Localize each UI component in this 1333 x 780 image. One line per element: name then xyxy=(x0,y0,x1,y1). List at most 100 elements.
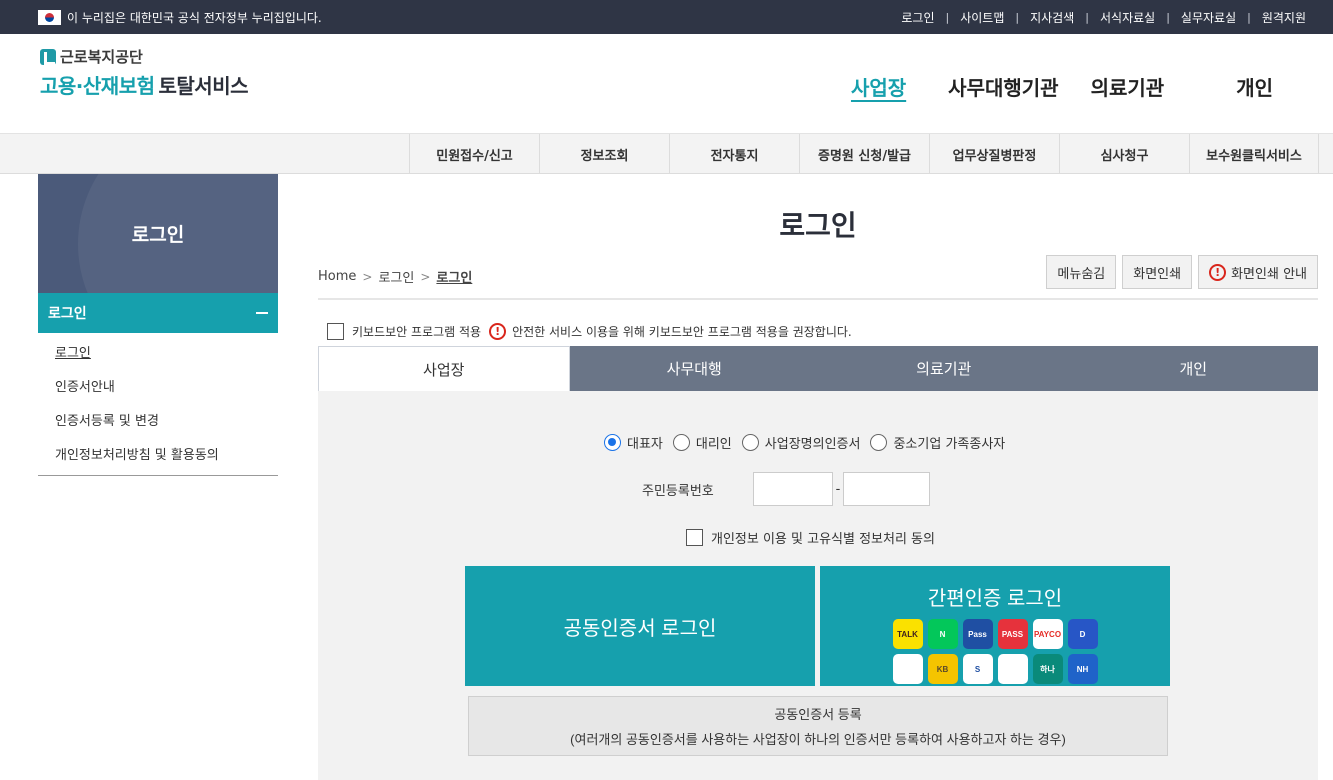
main-nav-business[interactable]: 사업장 xyxy=(851,72,906,101)
hana-icon: 하나 xyxy=(1032,654,1063,684)
radio-representative[interactable]: 대표자 xyxy=(604,433,663,452)
radio-representative-label: 대표자 xyxy=(627,437,663,452)
ssn-label: 주민등록번호 xyxy=(642,483,714,499)
logo-org: 근로복지공단 xyxy=(40,46,248,67)
simple-login-label: 간편인증 로그인 xyxy=(927,588,1063,610)
side-menu-section-label: 로그인 xyxy=(48,306,87,322)
tab-business[interactable]: 사업장 xyxy=(318,346,570,391)
side-item-cert-guide[interactable]: 인증서안내 xyxy=(38,371,278,405)
cert-register-button[interactable]: 공동인증서 등록 (여러개의 공동인증서를 사용하는 사업장이 하나의 인증서만… xyxy=(468,696,1168,756)
nh-icon: NH xyxy=(1067,654,1098,684)
cert-login-button[interactable]: 공동인증서 로그인 xyxy=(465,566,815,686)
print-guide-button[interactable]: ! 화면인쇄 안내 xyxy=(1198,255,1318,289)
side-item-cert-register[interactable]: 인증서등록 및 변경 xyxy=(38,405,278,439)
ssn-front-input[interactable] xyxy=(753,472,833,506)
privacy-agree-label: 개인정보 이용 및 고유식별 정보처리 동의 xyxy=(711,532,935,547)
divider: | xyxy=(945,10,950,24)
radio-icon[interactable] xyxy=(741,434,759,451)
divider: | xyxy=(1085,10,1089,24)
logo-main-dark: 토탈서비스 xyxy=(158,74,249,98)
print-guide-label: 화면인쇄 안내 xyxy=(1231,266,1307,282)
chevron-right-icon: > xyxy=(362,269,373,284)
print-button[interactable]: 화면인쇄 xyxy=(1122,255,1193,289)
pass-icon: PASS xyxy=(997,619,1028,649)
sub-nav-info-lookup[interactable]: 정보조회 xyxy=(539,134,669,174)
main-nav-agency[interactable]: 사무대행기관 xyxy=(948,72,1058,101)
sub-nav-disease-judgment[interactable]: 업무상질병판정 xyxy=(929,134,1059,174)
utility-practice-link[interactable]: 실무자료실 xyxy=(1181,9,1236,26)
alert-icon: ! xyxy=(1209,263,1227,281)
naver-icon: N xyxy=(927,619,958,649)
sub-nav-civil-application[interactable]: 민원접수/신고 xyxy=(409,134,539,174)
side-menu-list: 로그인 인증서안내 인증서등록 및 변경 개인정보처리방침 및 활용동의 xyxy=(38,333,278,476)
side-menu-title: 로그인 xyxy=(38,174,278,293)
utility-links: 로그인 | 사이트맵 | 지사검색 | 서식자료실 | 실무자료실 | 원격지원 xyxy=(901,9,1306,26)
tab-medical[interactable]: 의료기관 xyxy=(819,346,1069,391)
radio-business-cert-label: 사업장명의인증서 xyxy=(764,437,861,452)
divider: | xyxy=(1247,10,1251,24)
utility-branch-search-link[interactable]: 지사검색 xyxy=(1030,9,1074,26)
sub-nav-one-click-pay[interactable]: 보수원클릭서비스 xyxy=(1189,134,1319,174)
comwel-logo-icon xyxy=(40,48,56,65)
main-content: 로그인 Home > 로그인 > 로그인 메뉴숨김 화면인쇄 ! 화면인쇄 안내… xyxy=(318,174,1318,780)
side-item-login[interactable]: 로그인 xyxy=(38,337,278,371)
page-tools: 메뉴숨김 화면인쇄 ! 화면인쇄 안내 xyxy=(1046,255,1318,289)
collapse-icon[interactable] xyxy=(256,312,268,314)
breadcrumb-home[interactable]: Home xyxy=(318,269,356,284)
radio-icon[interactable] xyxy=(870,434,888,451)
radio-family-worker-label: 중소기업 가족종사자 xyxy=(893,437,1006,452)
utility-login-link[interactable]: 로그인 xyxy=(901,9,934,26)
toss-icon xyxy=(892,654,923,684)
side-menu-section[interactable]: 로그인 xyxy=(38,293,278,333)
utility-sitemap-link[interactable]: 사이트맵 xyxy=(960,9,1004,26)
dream-icon: D xyxy=(1067,619,1098,649)
cert-register-title: 공동인증서 등록 xyxy=(774,707,862,722)
breadcrumb-level1[interactable]: 로그인 xyxy=(378,267,414,286)
location-row: Home > 로그인 > 로그인 메뉴숨김 화면인쇄 ! 화면인쇄 안내 xyxy=(318,255,1318,300)
main-nav-personal[interactable]: 개인 xyxy=(1236,72,1273,101)
korea-flag-icon xyxy=(38,9,61,25)
keyboard-security-row: 키보드보안 프로그램 적용 ! 안전한 서비스 이용을 위해 키보드보안 프로그… xyxy=(327,322,1318,340)
sub-nav-appeal[interactable]: 심사청구 xyxy=(1059,134,1189,174)
utility-remote-support-link[interactable]: 원격지원 xyxy=(1262,9,1306,26)
divider: | xyxy=(1015,10,1020,24)
alert-icon: ! xyxy=(489,322,507,340)
print-label: 화면인쇄 xyxy=(1133,266,1182,282)
site-header: 근로복지공단 고용·산재보험 토탈서비스 사업장 사무대행기관 의료기관 개인 xyxy=(0,34,1333,134)
ssn-back-input[interactable] xyxy=(843,472,930,506)
simple-login-button[interactable]: 간편인증 로그인 TALK N Pass PASS PAYCO D KB S 하나 NH xyxy=(820,566,1170,686)
shinhan-icon: S xyxy=(962,654,993,684)
tab-personal[interactable]: 개인 xyxy=(1068,346,1318,391)
sub-nav: 민원접수/신고 정보조회 전자통지 증명원 신청/발급 업무상질병판정 심사청구… xyxy=(0,134,1333,174)
tab-agency[interactable]: 사무대행 xyxy=(569,346,819,391)
radio-agent-label: 대리인 xyxy=(695,437,732,452)
side-item-privacy[interactable]: 개인정보처리방침 및 활용동의 xyxy=(38,439,278,473)
radio-agent[interactable]: 대리인 xyxy=(672,433,732,452)
hide-menu-label: 메뉴숨김 xyxy=(1057,266,1106,282)
login-type-tabs: 사업장 사무대행 의료기관 개인 xyxy=(318,346,1318,391)
radio-icon[interactable] xyxy=(672,434,690,451)
site-logo[interactable]: 근로복지공단 고용·산재보험 토탈서비스 xyxy=(40,46,248,99)
chevron-right-icon: > xyxy=(420,269,431,284)
radio-family-worker[interactable]: 중소기업 가족종사자 xyxy=(870,433,1005,452)
radio-business-cert[interactable]: 사업장명의인증서 xyxy=(741,433,861,452)
main-nav-medical[interactable]: 의료기관 xyxy=(1091,72,1165,101)
radio-checked-icon[interactable] xyxy=(604,434,621,451)
payco-icon: PAYCO xyxy=(1032,619,1063,649)
sub-nav-e-notice[interactable]: 전자통지 xyxy=(669,134,799,174)
user-type-radios: 대표자 대리인 사업장명의인증서 중소기업 가족종사자 xyxy=(604,433,1005,452)
privacy-agree-checkbox[interactable] xyxy=(686,529,703,546)
sub-nav-certificate[interactable]: 증명원 신청/발급 xyxy=(799,134,929,174)
keyboard-security-checkbox[interactable] xyxy=(327,322,344,340)
simple-auth-providers: TALK N Pass PASS PAYCO D KB S 하나 NH xyxy=(892,619,1098,684)
utility-forms-link[interactable]: 서식자료실 xyxy=(1100,9,1155,26)
keyboard-security-label: 키보드보안 프로그램 적용 xyxy=(352,324,482,339)
gov-notice-bar: 이 누리집은 대한민국 공식 전자정부 누리집입니다. 로그인 | 사이트맵 | 지… xyxy=(0,0,1333,34)
side-menu-title-text: 로그인 xyxy=(131,224,185,246)
samsung-pass-icon: Pass xyxy=(962,619,993,649)
hide-menu-button[interactable]: 메뉴숨김 xyxy=(1046,255,1117,289)
gov-notice-text: 이 누리집은 대한민국 공식 전자정부 누리집입니다. xyxy=(67,10,322,25)
keyboard-security-notice: 안전한 서비스 이용을 위해 키보드보안 프로그램 적용을 권장합니다. xyxy=(512,324,852,339)
cert-login-label: 공동인증서 로그인 xyxy=(563,617,717,640)
breadcrumb-current[interactable]: 로그인 xyxy=(436,267,472,286)
